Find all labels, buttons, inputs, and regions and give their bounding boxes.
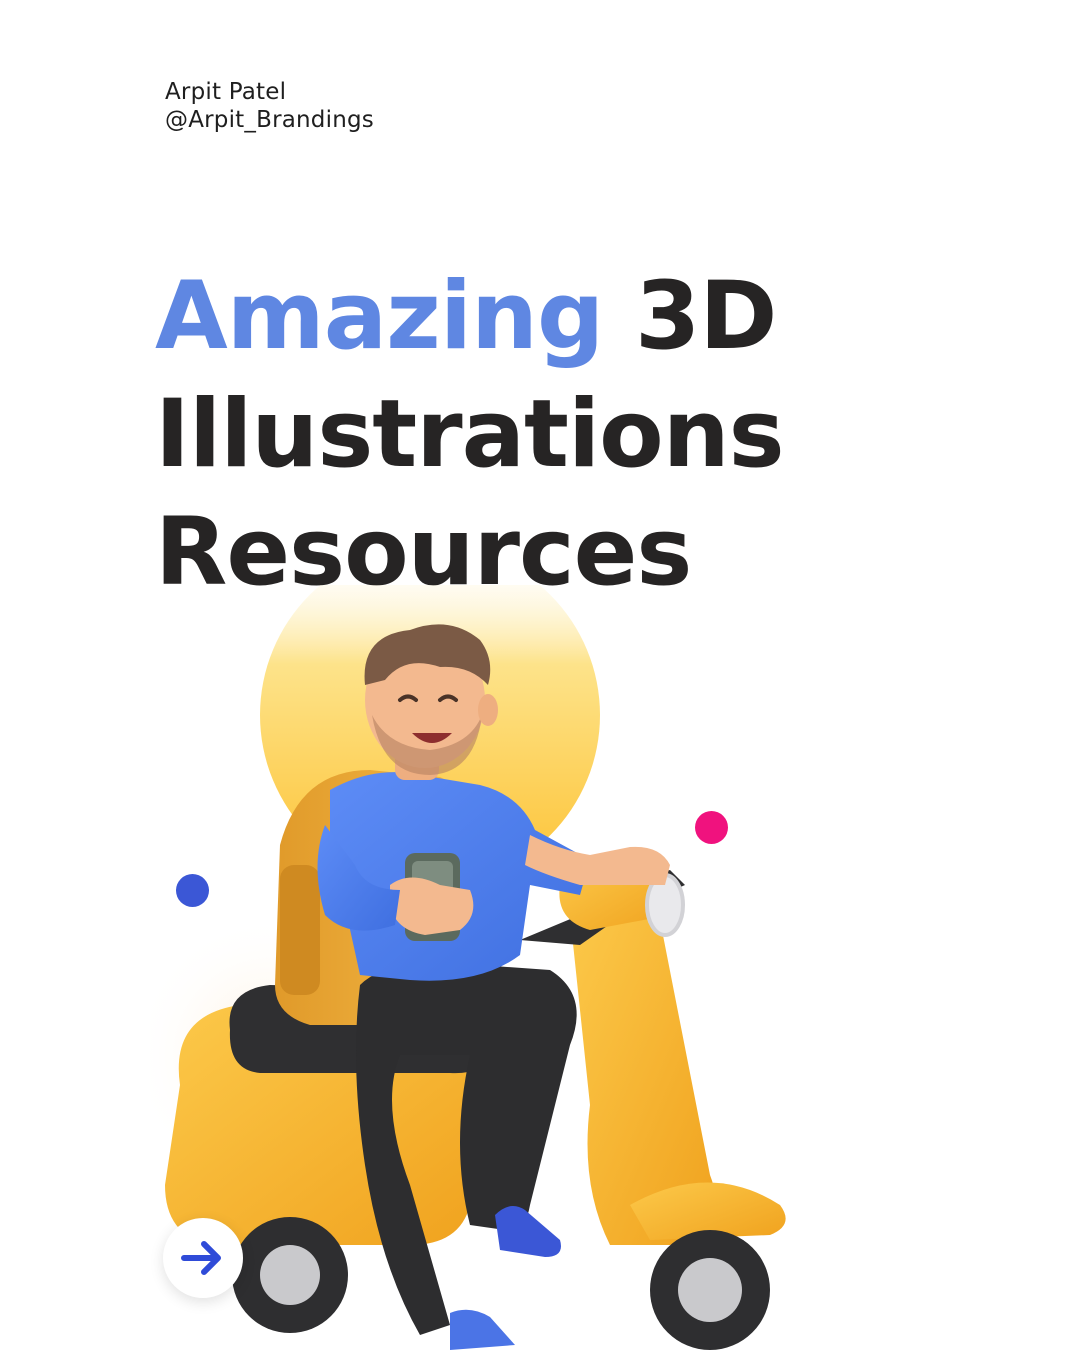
headline-line-1: Amazing 3D — [155, 258, 784, 376]
headline-line-2: Illustrations — [155, 380, 785, 489]
scooter-rear-hub — [260, 1245, 320, 1305]
next-slide-button[interactable] — [163, 1218, 243, 1298]
character-shoe-left — [450, 1309, 515, 1350]
headline-accent-word: Amazing — [155, 262, 604, 371]
character-ear — [478, 694, 498, 726]
headline-line-1-rest: 3D — [603, 262, 777, 371]
backpack-pocket — [280, 865, 320, 995]
author-name: Arpit Patel — [165, 79, 287, 105]
character-shoe-right — [495, 1206, 561, 1257]
author-block: Arpit Patel @Arpit_Brandings — [165, 78, 374, 134]
author-handle: @Arpit_Brandings — [165, 107, 374, 133]
character-legs — [356, 962, 577, 1335]
arrow-right-icon — [181, 1241, 221, 1275]
character-scooter-illustration — [150, 585, 786, 1350]
scooter-front-hub — [678, 1258, 742, 1322]
headline: Amazing 3D Illustrations Resources — [155, 258, 785, 612]
